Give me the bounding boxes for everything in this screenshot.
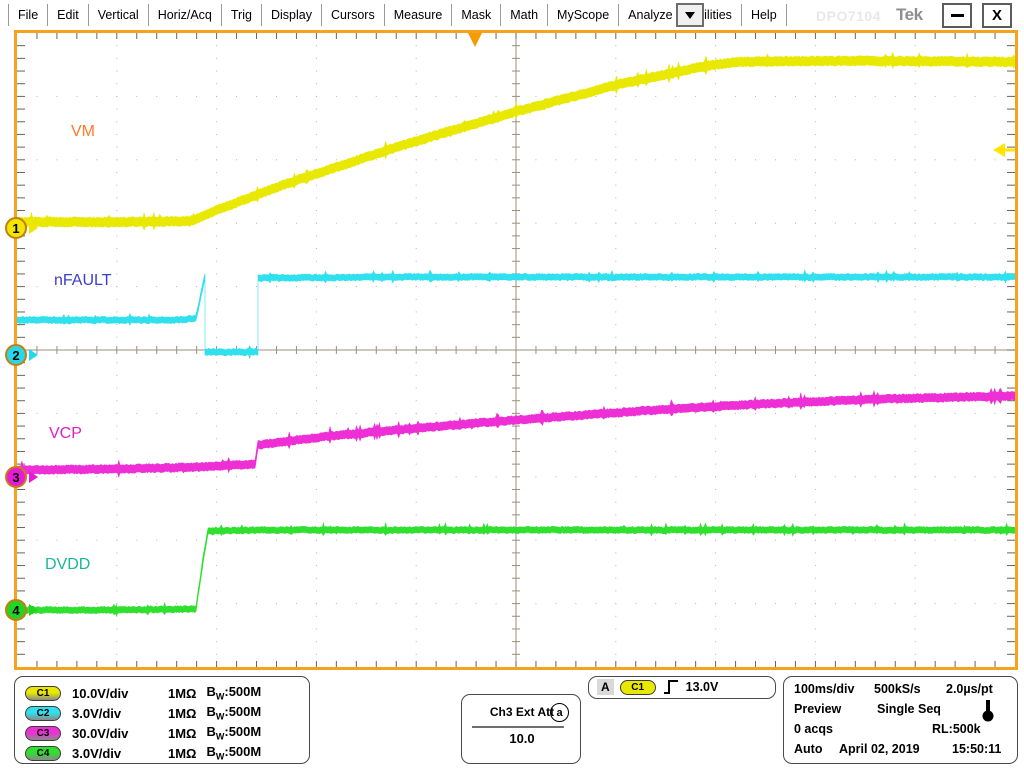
trigger-level-value[interactable]: 13.0V [686,680,719,694]
menu-items: File Edit Vertical Horiz/Acq Trig Displa… [8,0,787,30]
menu-item-myscope[interactable]: MyScope [548,4,619,26]
external-attenuation-panel[interactable]: Ch3 Ext Att a 10.0 [461,694,581,764]
acquisition-mode[interactable]: Single Seq [877,702,941,716]
channel-scale-c4: 3.0V/div [72,746,168,761]
channel-impedance-c1: 1MΩ [168,686,196,701]
channel-settings-panel: C1 10.0V/div 1MΩ BW:500M C2 3.0V/div 1MΩ… [14,676,310,764]
menu-item-measure[interactable]: Measure [385,4,453,26]
record-length: RL:500k [932,722,981,736]
trigger-level-marker [993,143,1015,157]
acq-time: 15:50:11 [952,742,1001,756]
channel-badge-c3[interactable]: C3 [25,726,61,741]
menu-item-math[interactable]: Math [501,4,548,26]
menu-item-horiz-acq[interactable]: Horiz/Acq [149,4,222,26]
channel-pointer-2[interactable] [29,349,38,361]
channel-bandwidth-c4: BW:500M [206,744,261,762]
model-label: DPO7104 [816,8,881,24]
waveform-label-vcp: VCP [49,425,82,443]
channel-marker-3[interactable]: 3 [5,466,27,488]
channel-badge-c1[interactable]: C1 [25,686,61,701]
channel-impedance-c4: 1MΩ [168,746,196,761]
trigger-source-label: A [597,679,614,695]
channel-row-c4[interactable]: C4 3.0V/div 1MΩ BW:500M [25,743,261,763]
rising-edge-icon [662,679,680,695]
channel-bandwidth-c3: BW:500M [206,724,261,742]
channel-scale-c2: 3.0V/div [72,706,168,721]
menu-item-edit[interactable]: Edit [48,4,89,26]
channel-row-c2[interactable]: C2 3.0V/div 1MΩ BW:500M [25,703,261,723]
waveform-label-dvdd: DVDD [45,556,90,574]
graticule[interactable]: VMnFAULTVCPDVDD 1234 [14,30,1018,670]
waveform-label-nfault: nFAULT [54,272,112,290]
channel-marker-2[interactable]: 2 [5,344,27,366]
close-button[interactable]: X [982,3,1012,28]
sample-rate: 500kS/s [874,682,921,696]
channel-pointer-4[interactable] [29,604,38,616]
menu-item-help[interactable]: Help [742,4,787,26]
channel-badge-c2[interactable]: C2 [25,706,61,721]
trigger-panel[interactable]: A C1 13.0V [588,676,776,699]
tek-logo: Tek [896,5,923,25]
menu-item-file[interactable]: File [8,4,48,26]
acq-count: 0 acqs [794,722,833,736]
trigger-mode[interactable]: Auto [794,742,822,756]
menu-item-vertical[interactable]: Vertical [89,4,149,26]
channel-marker-1[interactable]: 1 [5,217,27,239]
ext-att-value[interactable]: 10.0 [462,731,582,746]
menu-item-trig[interactable]: Trig [222,4,262,26]
menu-item-analyze[interactable]: Analyze [619,4,682,26]
menu-item-display[interactable]: Display [262,4,322,26]
waveform-label-vm: VM [71,123,95,141]
acquisition-panel: 100ms/div 500kS/s 2.0µs/pt Preview Singl… [783,676,1018,764]
menu-item-cursors[interactable]: Cursors [322,4,385,26]
a-circle-icon: a [550,703,569,722]
channel-badge-c4[interactable]: C4 [25,746,61,761]
channel-row-c3[interactable]: C3 30.0V/div 1MΩ BW:500M [25,723,261,743]
resolution: 2.0µs/pt [946,682,993,696]
acquisition-state: Preview [794,702,841,716]
channel-bandwidth-c2: BW:500M [206,704,261,722]
waveform-plot[interactable]: VM nFAULT VCP DVDD [17,33,1015,667]
divider [472,726,564,728]
channel-impedance-c2: 1MΩ [168,706,196,721]
plumb-bob-icon [980,700,996,724]
graticule-svg [17,33,1015,667]
channel-row-c1[interactable]: C1 10.0V/div 1MΩ BW:500M [25,683,261,703]
chevron-down-icon[interactable] [676,3,704,27]
trigger-channel-badge[interactable]: C1 [620,680,656,695]
acq-date: April 02, 2019 [839,742,920,756]
menu-item-mask[interactable]: Mask [452,4,501,26]
channel-pointer-3[interactable] [29,471,38,483]
channel-scale-c1: 10.0V/div [72,686,168,701]
channel-bandwidth-c1: BW:500M [206,684,261,702]
channel-pointer-1[interactable] [29,222,38,234]
trigger-time-marker [468,33,482,47]
menu-bar: File Edit Vertical Horiz/Acq Trig Displa… [0,0,1024,30]
minimize-button[interactable] [942,3,972,28]
channel-scale-c3: 30.0V/div [72,726,168,741]
channel-impedance-c3: 1MΩ [168,726,196,741]
timebase-value[interactable]: 100ms/div [794,682,854,696]
channel-marker-4[interactable]: 4 [5,599,27,621]
